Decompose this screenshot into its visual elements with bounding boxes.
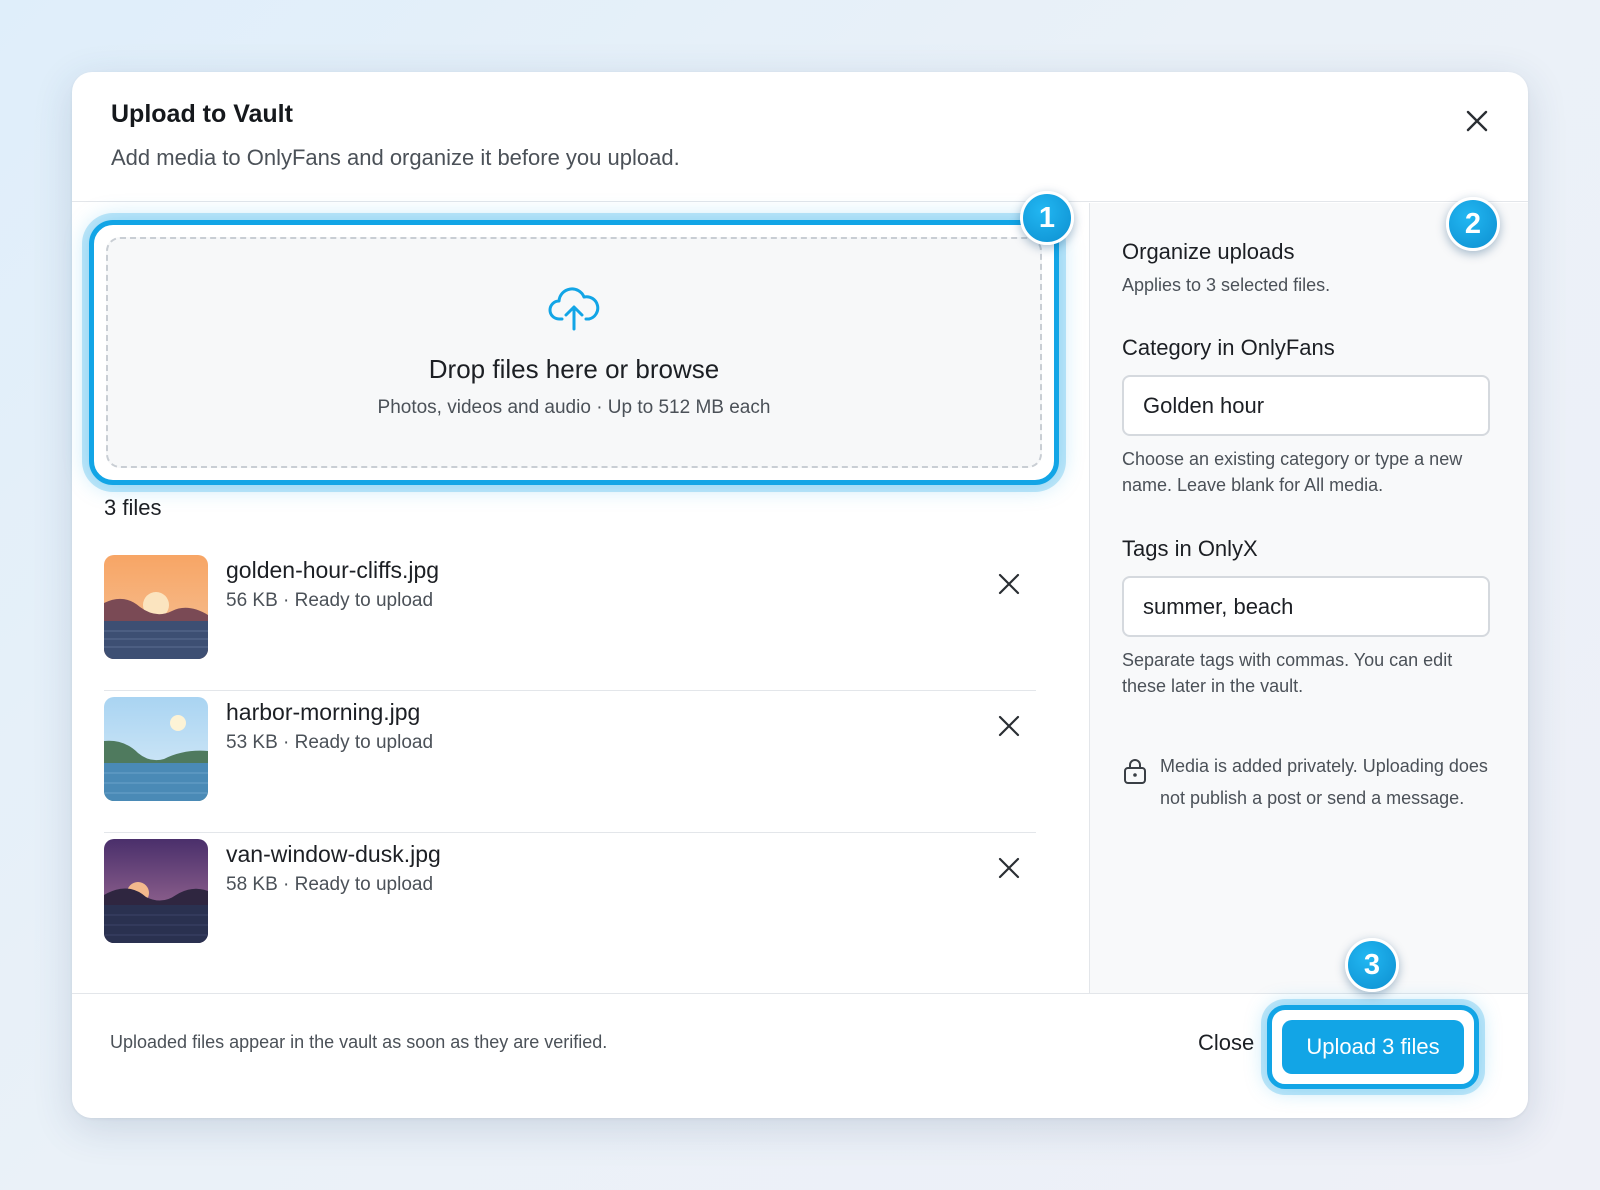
step-badge-3: 3 (1345, 938, 1399, 992)
dialog-header: Upload to Vault Add media to OnlyFans an… (72, 72, 1528, 202)
file-row: golden-hour-cliffs.jpg 56 KB · Ready to … (104, 549, 1036, 691)
tags-input[interactable] (1122, 576, 1490, 637)
files-count: 3 files (104, 495, 162, 520)
file-meta: 56 KB · Ready to upload (226, 590, 434, 611)
close-button[interactable]: Close (1198, 1030, 1254, 1056)
remove-file-icon[interactable] (996, 855, 1022, 881)
tags-help: Separate tags with commas. You can edit … (1122, 650, 1453, 696)
upload-button-highlight: Upload 3 files (1267, 1005, 1479, 1089)
file-name: harbor-morning.jpg (226, 699, 421, 725)
category-help: Choose an existing category or type a ne… (1122, 449, 1463, 495)
lock-icon (1122, 757, 1148, 785)
remove-file-icon[interactable] (996, 713, 1022, 739)
step-badge-1: 1 (1020, 191, 1074, 245)
upload-button[interactable]: Upload 3 files (1282, 1020, 1464, 1074)
file-thumbnail (104, 839, 208, 943)
file-name: van-window-dusk.jpg (226, 841, 441, 867)
dropzone[interactable]: Drop files here or browse Photos, videos… (106, 237, 1042, 468)
dropzone-highlight[interactable]: Drop files here or browse Photos, videos… (89, 220, 1059, 485)
category-input[interactable] (1122, 375, 1490, 436)
organize-subtitle: Applies to 3 selected files. (1122, 275, 1331, 295)
organize-title: Organize uploads (1122, 239, 1295, 264)
dialog-subtitle: Add media to OnlyFans and organize it be… (111, 145, 680, 170)
organize-panel: 2 Organize uploads Applies to 3 selected… (1089, 197, 1528, 1013)
remove-file-icon[interactable] (996, 571, 1022, 597)
file-thumbnail (104, 697, 208, 801)
upload-dialog: Upload to Vault Add media to OnlyFans an… (72, 72, 1528, 1118)
file-row: harbor-morning.jpg 53 KB · Ready to uplo… (104, 691, 1036, 833)
file-name: golden-hour-cliffs.jpg (226, 557, 440, 583)
footer-note: Uploaded files appear in the vault as so… (110, 1032, 608, 1052)
privacy-note: Media is added privately. Uploading does… (1160, 756, 1488, 808)
close-icon[interactable] (1462, 106, 1492, 136)
dropzone-title[interactable]: Drop files here or browse (108, 354, 1040, 385)
tags-label: Tags in OnlyX (1122, 536, 1258, 561)
file-meta: 58 KB · Ready to upload (226, 874, 434, 895)
file-meta: 53 KB · Ready to upload (226, 732, 434, 753)
file-thumbnail (104, 555, 208, 659)
files-panel: Drop files here or browse Photos, videos… (72, 191, 1088, 1013)
dialog-title: Upload to Vault (111, 100, 293, 128)
category-label: Category in OnlyFans (1122, 335, 1335, 360)
dialog-footer: Uploaded files appear in the vault as so… (72, 938, 1528, 1118)
dropzone-subtitle: Photos, videos and audio · Up to 512 MB … (377, 397, 771, 418)
file-row: van-window-dusk.jpg 58 KB · Ready to upl… (104, 833, 1036, 975)
step-badge-2: 2 (1446, 197, 1500, 251)
cloud-upload-icon (548, 287, 600, 331)
